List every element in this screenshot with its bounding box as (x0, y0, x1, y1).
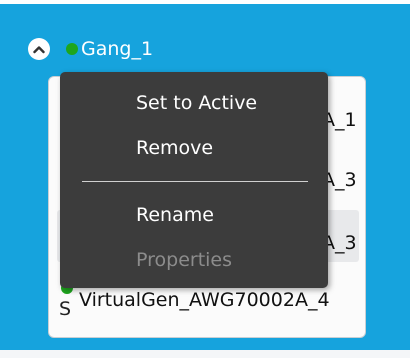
generator-name: VirtualGen_AWG70002A_4 (79, 289, 330, 311)
generator-state: S (59, 298, 72, 320)
menu-item-rename[interactable]: Rename (136, 202, 214, 228)
menu-item-set-to-active[interactable]: Set to Active (136, 90, 257, 116)
window-top-edge (0, 0, 410, 4)
gang-name: Gang_1 (81, 38, 154, 60)
chevron-up-icon[interactable] (28, 38, 50, 60)
window-bottom-edge (0, 350, 410, 358)
context-menu: Set to Active Remove Rename Properties (60, 72, 328, 288)
menu-item-properties: Properties (136, 249, 233, 271)
gang-header[interactable]: Gang_1 (28, 36, 153, 62)
menu-separator (82, 181, 308, 182)
menu-item-remove[interactable]: Remove (136, 135, 213, 161)
gang-status-indicator (66, 43, 78, 55)
